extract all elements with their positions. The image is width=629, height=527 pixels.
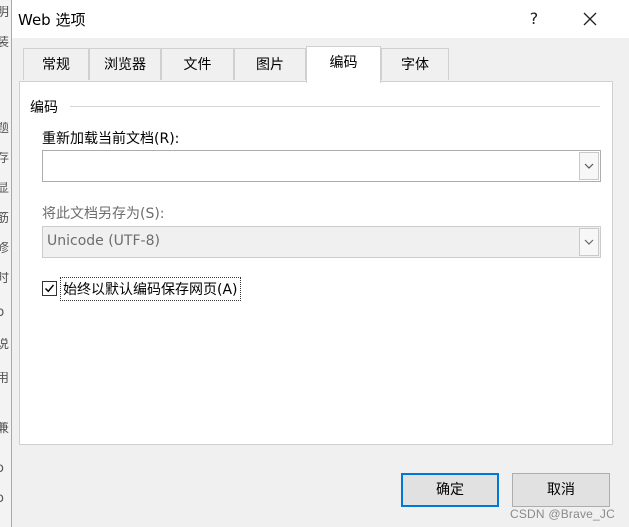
title-bar[interactable]: Web 选项 ? [12, 0, 629, 38]
close-icon [583, 12, 597, 26]
dialog-title: Web 选项 [18, 11, 86, 29]
save-as-label: 将此文档另存为(S): [42, 206, 165, 222]
tab-fonts[interactable]: 字体 [381, 48, 449, 80]
cancel-button[interactable]: 取消 [512, 473, 610, 507]
tab-encoding[interactable]: 编码 [306, 46, 381, 83]
tab-files[interactable]: 文件 [161, 48, 234, 80]
background-text: o [0, 462, 10, 476]
reload-dropdown-button[interactable] [579, 152, 599, 180]
save-as-encoding-select[interactable]: Unicode (UTF-8) [42, 226, 601, 258]
group-label-encoding: 编码 [30, 100, 58, 116]
always-save-default-checkbox[interactable] [42, 281, 57, 296]
save-as-encoding-value: Unicode (UTF-8) [47, 233, 160, 249]
background-text: 存 [0, 152, 10, 166]
encoding-panel: 编码 重新加载当前文档(R): 将此文档另存为(S): Unicode (UTF… [19, 81, 613, 445]
close-button[interactable] [576, 8, 604, 30]
web-options-dialog: Web 选项 ? 常规 浏览器 文件 图片 编码 字体 编码 重新加载当前文档(… [11, 0, 629, 527]
group-divider [70, 106, 600, 107]
background-text: 题 [0, 122, 10, 136]
background-text: 用 [0, 372, 10, 386]
chevron-down-icon [584, 163, 594, 169]
ok-button[interactable]: 确定 [401, 473, 499, 507]
always-save-default-label[interactable]: 始终以默认编码保存网页(A) [60, 277, 241, 301]
screen: 明 装 题 存 显 筋 修 时 b 说 用 兼 o o Web 选项 ? 常规 … [0, 0, 629, 527]
background-text: 装 [0, 36, 10, 50]
checkmark-icon [45, 284, 55, 293]
tab-general[interactable]: 常规 [23, 48, 89, 80]
tab-pictures[interactable]: 图片 [234, 48, 306, 80]
background-text: 显 [0, 182, 10, 196]
background-text: 修 [0, 242, 10, 256]
background-text: 筋 [0, 212, 10, 226]
help-button[interactable]: ? [520, 8, 548, 30]
background-text: b [0, 306, 10, 320]
background-text: 说 [0, 338, 10, 352]
watermark: CSDN @Brave_JC [509, 507, 615, 521]
chevron-down-icon [584, 239, 594, 245]
tab-browser[interactable]: 浏览器 [89, 48, 161, 80]
save-as-dropdown-button[interactable] [579, 228, 599, 256]
background-text: o [0, 492, 10, 506]
background-text: 明 [0, 6, 10, 20]
reload-encoding-select[interactable] [42, 150, 601, 182]
background-text: 兼 [0, 422, 10, 436]
background-text: 时 [0, 272, 10, 286]
reload-label: 重新加载当前文档(R): [42, 131, 180, 147]
